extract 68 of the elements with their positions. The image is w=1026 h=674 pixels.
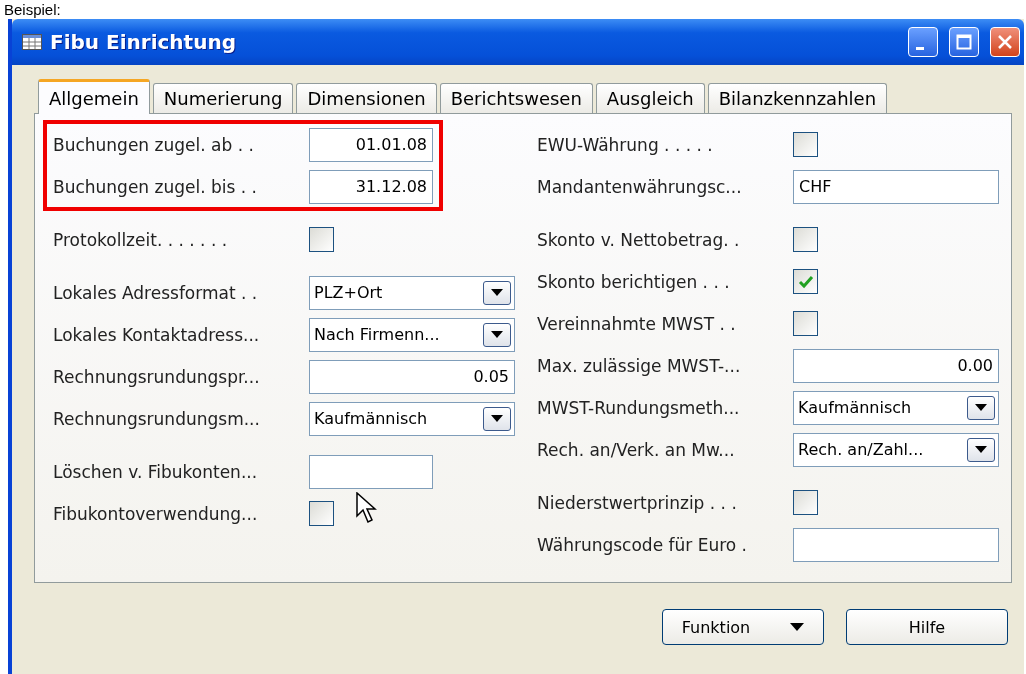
- field-label: EWU-Währung . . . . .: [537, 134, 714, 155]
- maximize-button[interactable]: [949, 27, 979, 57]
- dropdown-field[interactable]: Rech. an/Zahl...: [793, 432, 999, 467]
- minimize-icon: [916, 46, 924, 50]
- dropdown-field[interactable]: Kaufmännisch: [309, 401, 515, 436]
- checkbox[interactable]: [793, 490, 818, 515]
- tab[interactable]: Numerierung: [152, 83, 294, 113]
- input-field[interactable]: 31.12.08: [309, 169, 433, 204]
- dropdown-button[interactable]: [483, 406, 511, 431]
- close-button[interactable]: [990, 27, 1020, 57]
- input-field[interactable]: [793, 527, 999, 562]
- help-button[interactable]: Hilfe: [846, 609, 1008, 645]
- input-field[interactable]: 0.05: [309, 359, 515, 394]
- checkbox[interactable]: [309, 227, 334, 252]
- checkbox[interactable]: [793, 132, 818, 157]
- field-label: Niederstwertprinzip . . .: [537, 492, 738, 513]
- field-label: Lokales Kontaktadress...: [53, 324, 261, 345]
- dropdown-button[interactable]: [967, 395, 995, 420]
- field-label: Buchungen zugel. ab . .: [53, 134, 255, 155]
- field-label: Fibukontoverwendung...: [53, 503, 259, 524]
- menu-button[interactable]: Funktion: [662, 609, 824, 645]
- field-label: Rechnungsrundungsm...: [53, 408, 261, 429]
- dropdown-field[interactable]: Kaufmännisch: [793, 390, 999, 425]
- tab[interactable]: Berichtswesen: [439, 83, 593, 113]
- window-title: Fibu Einrichtung: [50, 30, 237, 54]
- dropdown-button[interactable]: [483, 322, 511, 347]
- field-label: Lokales Adressformat . .: [53, 282, 259, 303]
- checkbox[interactable]: [793, 269, 818, 294]
- tab[interactable]: Allgemein: [38, 79, 150, 114]
- tab[interactable]: Ausgleich: [595, 83, 705, 113]
- input-field[interactable]: 01.01.08: [309, 127, 433, 162]
- input-field[interactable]: 0.00: [793, 348, 999, 383]
- close-icon: [997, 34, 1013, 50]
- field-label: Skonto v. Nettobetrag. .: [537, 229, 741, 250]
- caret-icon: [491, 331, 503, 338]
- table-icon: [22, 34, 42, 50]
- field-label: Protokollzeit. . . . . . .: [53, 229, 229, 250]
- field-label: MWST-Rundungsmeth...: [537, 397, 741, 418]
- input-field[interactable]: CHF: [793, 169, 999, 204]
- caret-icon: [975, 446, 987, 453]
- tab[interactable]: Dimensionen: [296, 83, 437, 113]
- tab[interactable]: Bilanzkennzahlen: [707, 83, 888, 113]
- dropdown-field[interactable]: Nach Firmenn...: [309, 317, 515, 352]
- field-label: Skonto berichtigen . . .: [537, 271, 731, 292]
- maximize-icon: [956, 34, 972, 50]
- field-label: Löschen v. Fibukonten...: [53, 461, 259, 482]
- caret-icon: [491, 415, 503, 422]
- field-label: Mandantenwährungsc...: [537, 176, 743, 197]
- caret-icon: [975, 404, 987, 411]
- checkbox[interactable]: [793, 227, 818, 252]
- field-label: Rech. an/Verk. an Mw...: [537, 439, 736, 460]
- checkbox[interactable]: [309, 501, 334, 526]
- dropdown-field[interactable]: PLZ+Ort: [309, 275, 515, 310]
- field-label: Währungscode für Euro .: [537, 534, 748, 555]
- field-label: Max. zulässige MWST-...: [537, 355, 742, 376]
- field-label: Rechnungsrundungspr...: [53, 366, 261, 387]
- mouse-cursor-icon: [356, 492, 378, 526]
- check-icon: [797, 274, 814, 289]
- field-label: Buchungen zugel. bis . .: [53, 176, 258, 197]
- minimize-button[interactable]: [908, 27, 938, 57]
- dropdown-button[interactable]: [483, 280, 511, 305]
- caret-icon: [790, 623, 805, 631]
- caption: Beispiel:: [3, 1, 61, 19]
- input-field[interactable]: [309, 454, 433, 489]
- field-label: Vereinnahmte MWST . .: [537, 313, 737, 334]
- checkbox[interactable]: [793, 311, 818, 336]
- dropdown-button[interactable]: [967, 437, 995, 462]
- caret-icon: [491, 289, 503, 296]
